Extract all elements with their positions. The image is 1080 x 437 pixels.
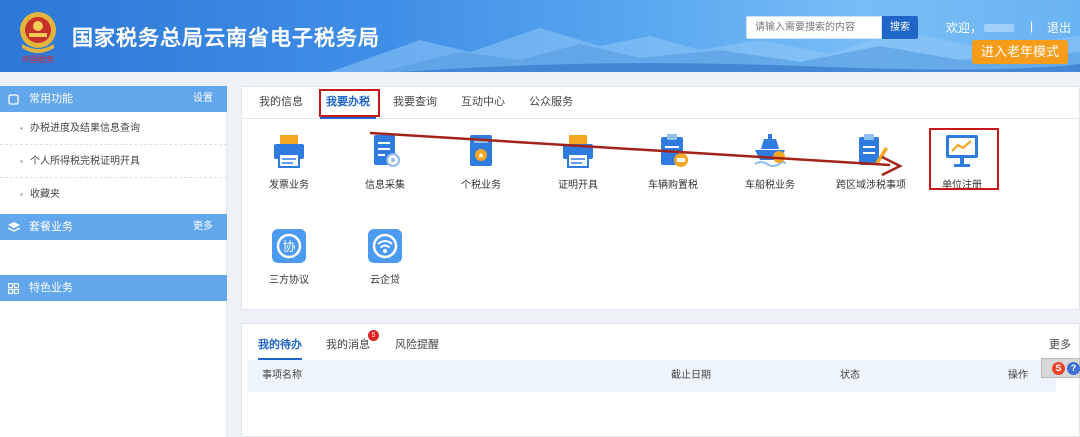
tab-risk-alert[interactable]: 风险提醒 <box>395 336 439 360</box>
sidebar-header-package[interactable]: 套餐业务 更多 <box>0 214 227 240</box>
todo-panel: 我的待办 我的消息 5 风险提醒 更多 事项名称 截止日期 状态 操作 <box>241 323 1080 437</box>
sidebar-item-favorites[interactable]: ▪ 收藏夹 <box>0 178 227 211</box>
sidebar-item-tax-certificate[interactable]: ▪ 个人所得税完税证明开具 <box>0 145 227 178</box>
sidebar-header-common[interactable]: 常用功能 设置 <box>0 86 227 112</box>
todo-tab-bar: 我的待办 我的消息 5 风险提醒 <box>242 324 1079 360</box>
sidebar: 常用功能 设置 ▪ 办税进度及结果信息查询 ▪ 个人所得税完税证明开具 ▪ 收藏… <box>0 86 227 437</box>
logout-link[interactable]: 退出 <box>1047 19 1071 36</box>
svg-text:中国税务: 中国税务 <box>22 54 54 64</box>
sidebar-item-label: 收藏夹 <box>30 189 60 200</box>
services-panel: 我的信息 我要办税 我要查询 互动中心 公众服务 发票业务 信息采集 ★ 个税业… <box>241 86 1080 310</box>
help-icon[interactable]: ? <box>1067 362 1080 375</box>
sidebar-item-label: 办税进度及结果信息查询 <box>30 123 140 134</box>
message-count-badge: 5 <box>368 330 379 341</box>
grid-icon <box>8 275 19 305</box>
welcome-text: 欢迎， <box>946 21 983 35</box>
annotation-arrow <box>369 131 903 177</box>
more-link[interactable]: 更多 <box>193 214 213 240</box>
search-button[interactable]: 搜索 <box>882 16 918 39</box>
sidebar-item-label: 个人所得税完税证明开具 <box>30 156 140 167</box>
column-header: 截止日期 <box>671 370 711 381</box>
column-header: 事项名称 <box>262 370 302 381</box>
elder-mode-button[interactable]: 进入老年模式 <box>972 40 1068 64</box>
service-highlight-box <box>929 128 999 190</box>
input-method-icon[interactable]: S <box>1052 362 1065 375</box>
tax-emblem-logo: 中国税务 <box>20 12 56 64</box>
todo-more-link[interactable]: 更多 <box>1049 336 1071 352</box>
tab-my-todo[interactable]: 我的待办 <box>258 336 302 360</box>
sidebar-header-label: 特色业务 <box>29 282 73 294</box>
sidebar-header-label: 套餐业务 <box>29 221 73 233</box>
sidebar-header-special[interactable]: 特色业务 <box>0 275 227 301</box>
column-header: 状态 <box>840 370 860 381</box>
column-header: 操作 <box>1008 370 1028 381</box>
header-banner: 中国税务 国家税务总局云南省电子税务局 搜索 欢迎， | 退出 进入老年模式 <box>0 0 1080 72</box>
separator: | <box>1030 19 1034 33</box>
username-mask <box>984 24 1014 32</box>
site-title: 国家税务总局云南省电子税务局 <box>72 27 380 50</box>
search-input[interactable] <box>746 16 882 39</box>
layers-icon <box>7 214 21 244</box>
tab-my-messages[interactable]: 我的消息 <box>326 336 370 360</box>
floating-toolbar[interactable]: S ? <box>1041 358 1080 378</box>
todo-table-header: 事项名称 截止日期 状态 操作 <box>248 360 1056 392</box>
sidebar-item-progress-query[interactable]: ▪ 办税进度及结果信息查询 <box>0 112 227 145</box>
settings-link[interactable]: 设置 <box>193 86 213 112</box>
sidebar-header-label: 常用功能 <box>29 93 73 105</box>
